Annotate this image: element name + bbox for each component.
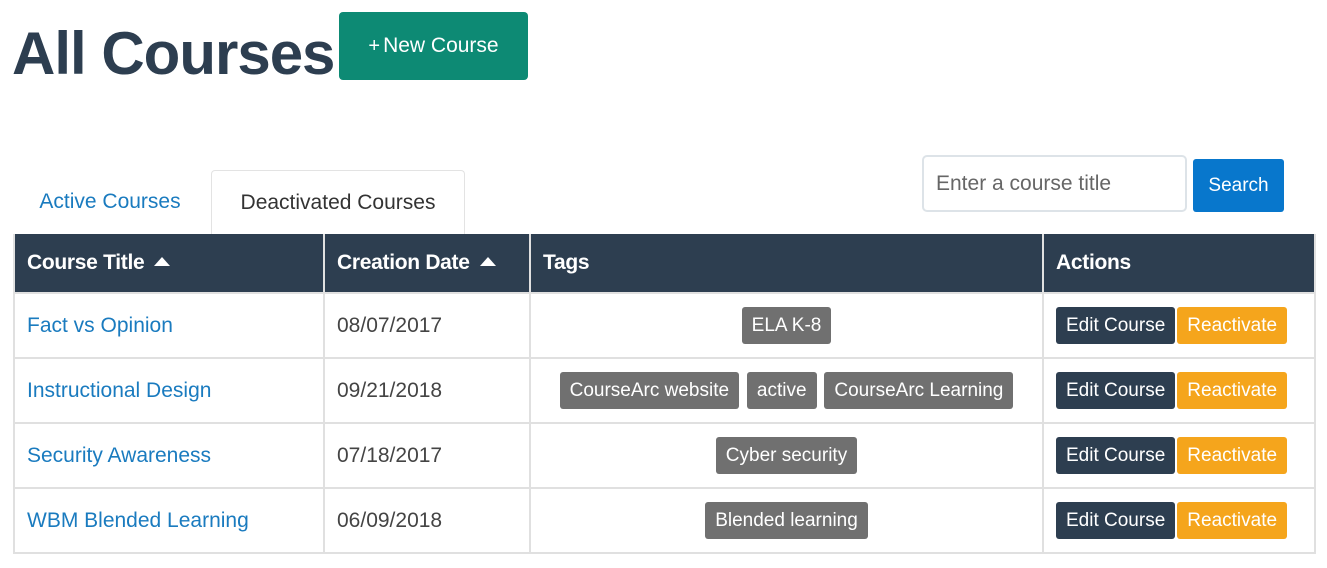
page-title: All Courses xyxy=(12,20,335,87)
table-row: Fact vs Opinion 08/07/2017 ELA K-8 Edit … xyxy=(13,292,1316,359)
edit-course-button[interactable]: Edit Course xyxy=(1056,307,1176,344)
table-row: Instructional Design 09/21/2018 CourseAr… xyxy=(13,357,1316,424)
edit-course-button[interactable]: Edit Course xyxy=(1056,437,1176,474)
actions-cell: Edit Course Reactivate xyxy=(1042,487,1316,554)
actions-cell: Edit Course Reactivate xyxy=(1042,422,1316,489)
course-title-cell: Instructional Design xyxy=(13,357,325,424)
edit-course-button[interactable]: Edit Course xyxy=(1056,372,1176,409)
tags-cell: CourseArc website active CourseArc Learn… xyxy=(529,357,1044,424)
course-title-cell: WBM Blended Learning xyxy=(13,487,325,554)
sort-asc-icon[interactable] xyxy=(479,256,496,266)
tag-badge: CourseArc website xyxy=(559,372,740,409)
edit-course-button[interactable]: Edit Course xyxy=(1056,502,1176,539)
creation-date-cell: 07/18/2017 xyxy=(323,422,531,489)
reactivate-button[interactable]: Reactivate xyxy=(1177,307,1288,344)
course-title-link[interactable]: Fact vs Opinion xyxy=(27,314,173,337)
table-row: WBM Blended Learning 06/09/2018 Blended … xyxy=(13,487,1316,554)
column-header-label: Course Title xyxy=(27,251,145,274)
column-header-label: Creation Date xyxy=(337,251,470,274)
new-course-button[interactable]: + New Course xyxy=(339,12,528,80)
tags-cell: Cyber security xyxy=(529,422,1044,489)
column-header-tags: Tags xyxy=(529,234,1044,294)
tags-cell: ELA K-8 xyxy=(529,292,1044,359)
reactivate-button[interactable]: Reactivate xyxy=(1177,372,1288,409)
new-course-label: New Course xyxy=(383,34,499,57)
plus-icon: + xyxy=(368,34,381,57)
tag-badge: active xyxy=(746,372,817,409)
actions-cell: Edit Course Reactivate xyxy=(1042,292,1316,359)
column-header-course-title[interactable]: Course Title xyxy=(13,234,325,294)
tag-badge: ELA K-8 xyxy=(741,307,832,344)
tag-badge: CourseArc Learning xyxy=(824,372,1014,409)
tags-cell: Blended learning xyxy=(529,487,1044,554)
tab-deactivated-courses[interactable]: Deactivated Courses xyxy=(211,170,465,234)
search-button[interactable]: Search xyxy=(1193,159,1284,212)
course-title-link[interactable]: Security Awareness xyxy=(27,444,211,467)
table-row: Security Awareness 07/18/2017 Cyber secu… xyxy=(13,422,1316,489)
course-title-cell: Security Awareness xyxy=(13,422,325,489)
course-title-link[interactable]: WBM Blended Learning xyxy=(27,509,249,532)
course-title-cell: Fact vs Opinion xyxy=(13,292,325,359)
creation-date-cell: 09/21/2018 xyxy=(323,357,531,424)
reactivate-button[interactable]: Reactivate xyxy=(1177,502,1288,539)
search-input[interactable] xyxy=(922,155,1187,212)
sort-asc-icon[interactable] xyxy=(154,256,171,266)
tag-badge: Cyber security xyxy=(715,437,858,474)
tab-active-courses[interactable]: Active Courses xyxy=(20,170,200,234)
creation-date-cell: 08/07/2017 xyxy=(323,292,531,359)
creation-date-cell: 06/09/2018 xyxy=(323,487,531,554)
courses-table: Course Title Creation Date Tags Actions … xyxy=(13,234,1316,554)
actions-cell: Edit Course Reactivate xyxy=(1042,357,1316,424)
table-header-row: Course Title Creation Date Tags Actions xyxy=(13,234,1316,294)
reactivate-button[interactable]: Reactivate xyxy=(1177,437,1288,474)
course-title-link[interactable]: Instructional Design xyxy=(27,379,211,402)
tag-badge: Blended learning xyxy=(705,502,868,539)
column-header-creation-date[interactable]: Creation Date xyxy=(323,234,531,294)
column-header-actions: Actions xyxy=(1042,234,1316,294)
